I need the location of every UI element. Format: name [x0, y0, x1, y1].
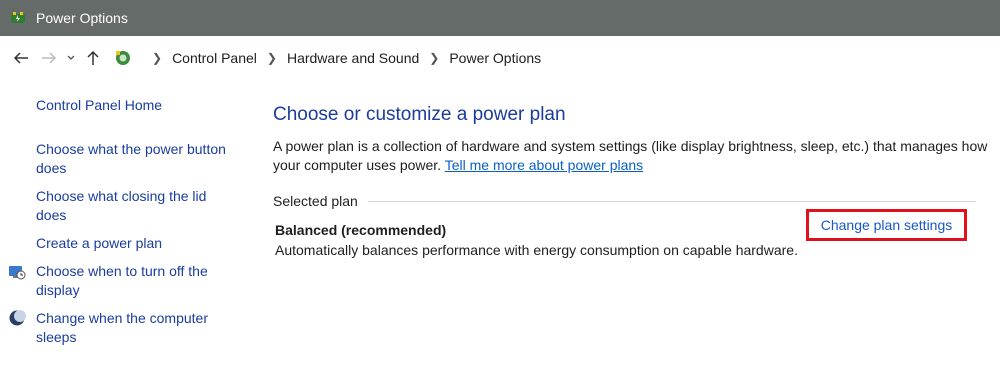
address-bar: ❯ Control Panel ❯ Hardware and Sound ❯ P… — [0, 36, 1000, 80]
sidebar-item-create-power-plan[interactable]: Create a power plan — [36, 234, 162, 253]
sleep-moon-icon — [8, 309, 26, 327]
title-bar: Power Options — [0, 0, 1000, 36]
selected-plan-section: Selected plan — [273, 193, 976, 209]
power-options-icon — [8, 8, 28, 28]
breadcrumb: ❯ Control Panel ❯ Hardware and Sound ❯ P… — [142, 50, 541, 66]
change-plan-settings-label: Change plan settings — [820, 217, 953, 233]
tell-me-more-link[interactable]: Tell me more about power plans — [445, 157, 643, 173]
breadcrumb-separator-icon: ❯ — [152, 51, 163, 65]
sidebar-item-turn-off-display[interactable]: Choose when to turn off the display — [36, 262, 236, 300]
breadcrumb-hardware-and-sound[interactable]: Hardware and Sound — [287, 50, 419, 66]
breadcrumb-separator-icon: ❯ — [266, 51, 277, 65]
section-label: Selected plan — [273, 193, 358, 209]
page-title: Choose or customize a power plan — [273, 104, 566, 125]
back-arrow-icon[interactable] — [8, 45, 34, 71]
sidebar-item-power-button[interactable]: Choose what the power button does — [36, 140, 246, 178]
breadcrumb-separator-icon: ❯ — [429, 51, 440, 65]
sidebar-item-computer-sleeps[interactable]: Change when the computer sleeps — [36, 309, 236, 347]
section-divider — [367, 200, 976, 202]
sidebar-item-closing-lid[interactable]: Choose what closing the lid does — [36, 187, 226, 225]
plan-description: Automatically balances performance with … — [275, 242, 798, 258]
plan-name: Balanced (recommended) — [275, 222, 447, 238]
change-plan-settings-link[interactable]: Change plan settings — [806, 209, 967, 241]
breadcrumb-power-options[interactable]: Power Options — [449, 50, 541, 66]
up-arrow-icon[interactable] — [80, 45, 106, 71]
breadcrumb-control-panel[interactable]: Control Panel — [172, 50, 257, 66]
display-timer-icon — [8, 263, 26, 281]
power-options-location-icon — [112, 47, 134, 69]
page-description: A power plan is a collection of hardware… — [273, 137, 988, 175]
recent-locations-chevron-icon[interactable] — [64, 45, 78, 71]
forward-arrow-icon[interactable] — [36, 45, 62, 71]
sidebar-control-panel-home[interactable]: Control Panel Home — [36, 96, 162, 115]
window-title: Power Options — [36, 10, 128, 26]
